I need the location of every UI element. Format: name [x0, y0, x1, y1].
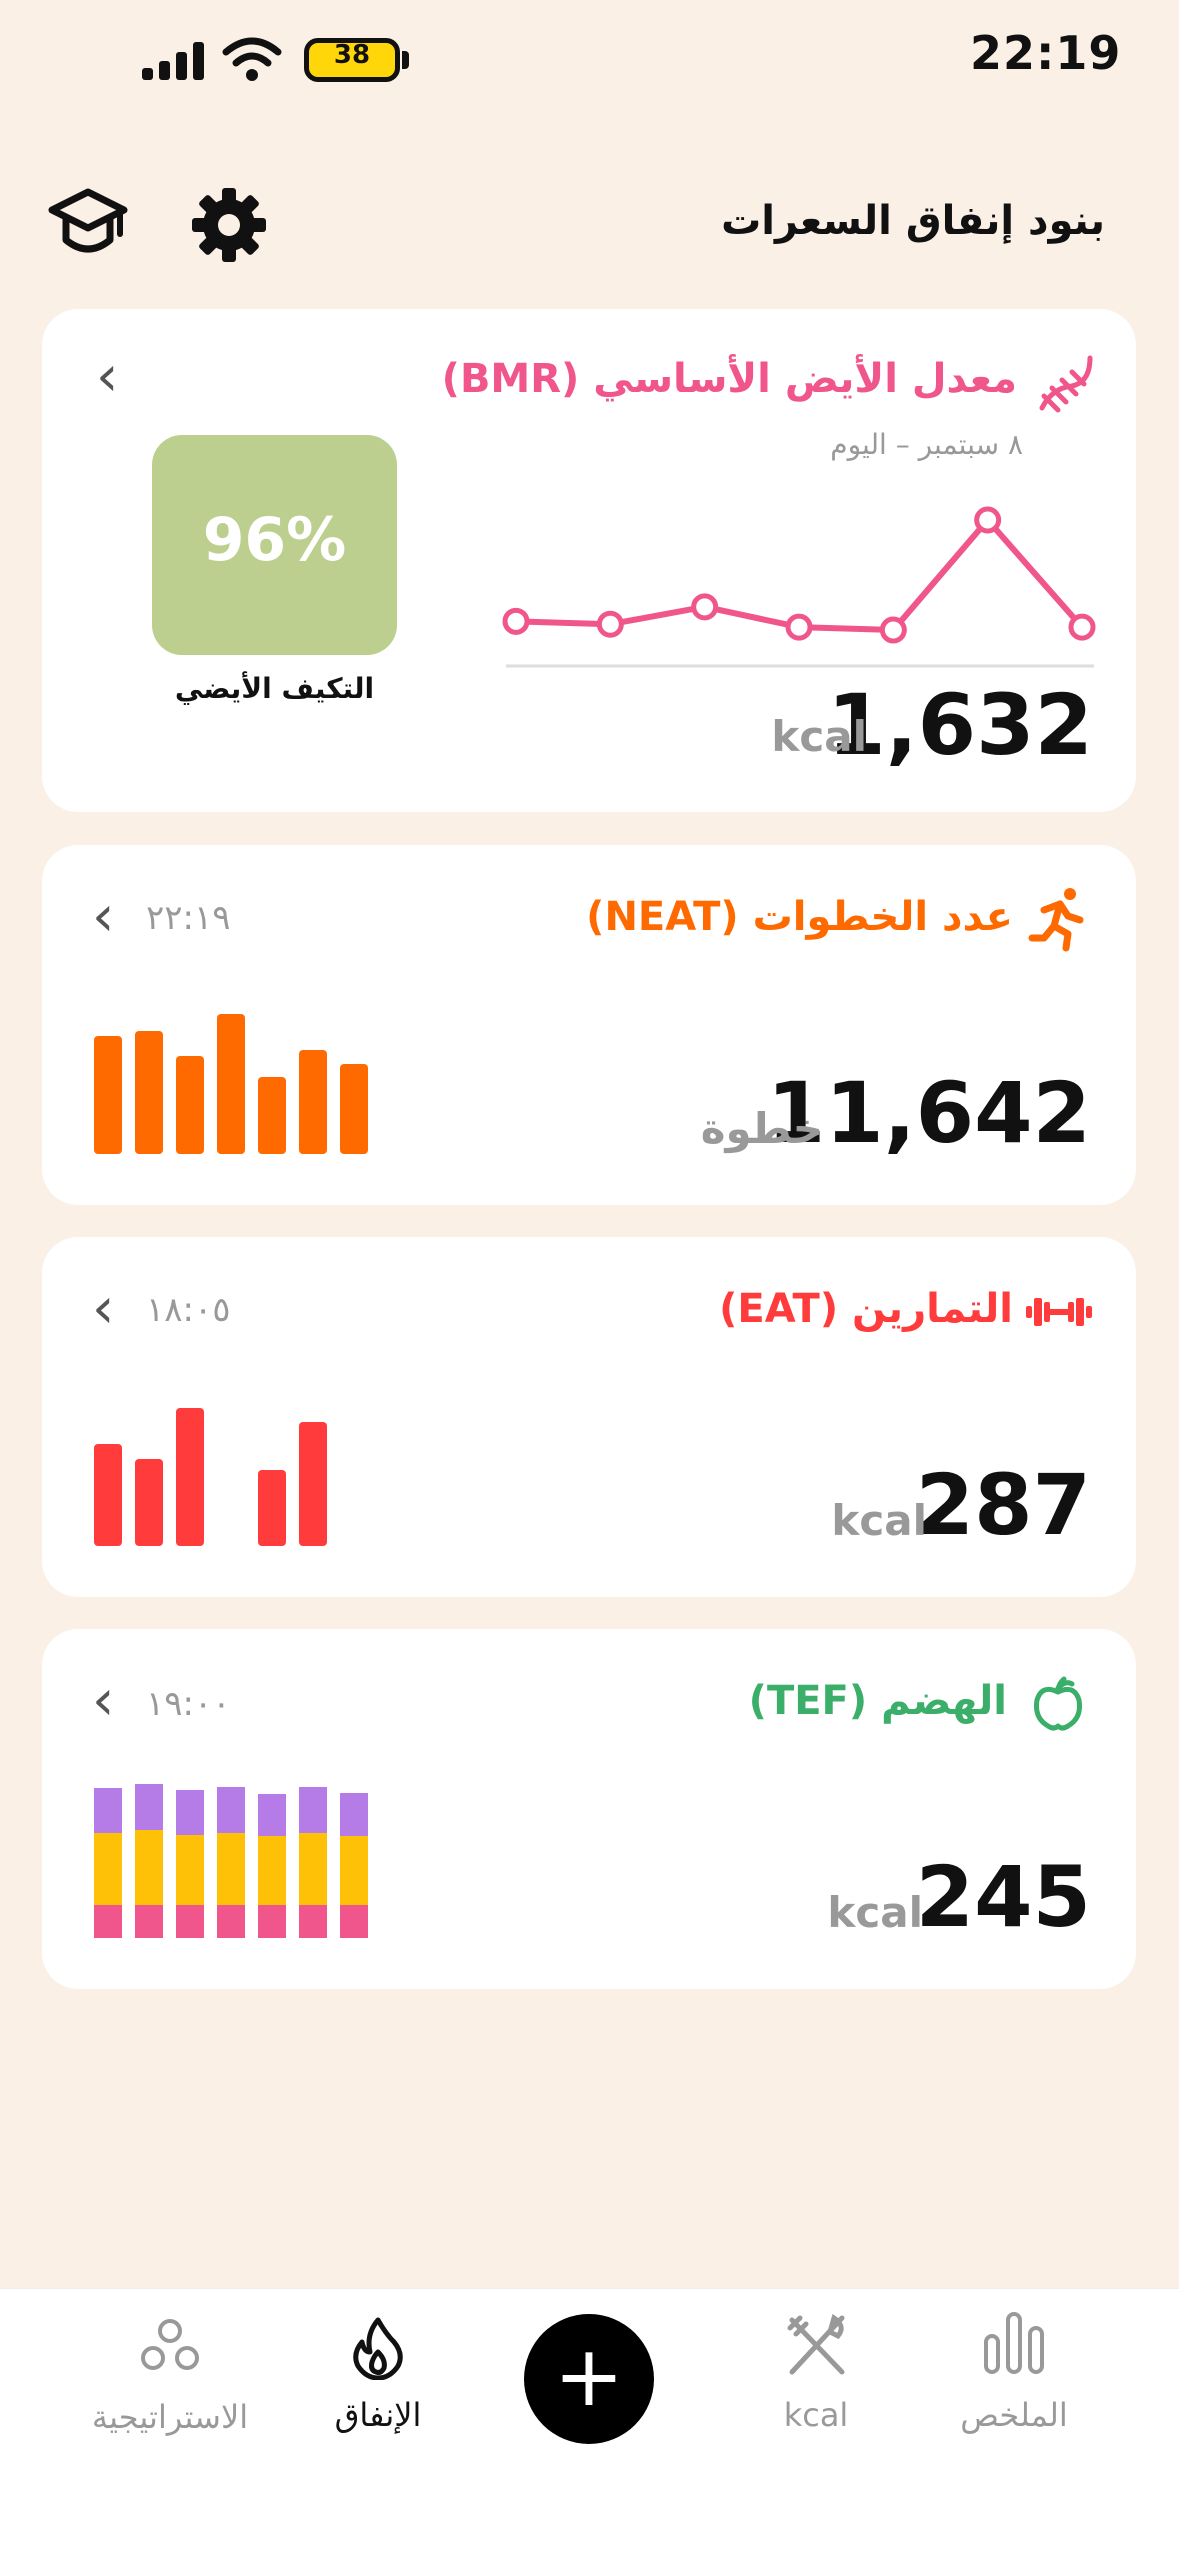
stacked-bar-segment: [217, 1905, 245, 1938]
bar: [258, 1077, 286, 1154]
bar-chart-icon[interactable]: [982, 2310, 1046, 2376]
bar: [94, 1036, 122, 1154]
neat-bar-chart: [94, 1014, 394, 1154]
neat-unit: خطوة: [700, 1104, 823, 1153]
stacked-bar-segment: [340, 1905, 368, 1938]
bmr-trend-point: [785, 613, 813, 641]
bmr-date-range: ٨ سبتمبر – اليوم: [830, 428, 1023, 461]
tef-title: الهضم (TEF): [748, 1678, 1007, 1724]
neat-time: ٢٢:١٩: [146, 898, 231, 938]
strategy-icon[interactable]: [140, 2318, 200, 2374]
stacked-bar-segment: [94, 1788, 122, 1833]
bmr-trend-point: [691, 593, 719, 621]
bar: [258, 1470, 286, 1546]
metabolic-adaptation-label: التكيف الأيضي: [174, 672, 375, 705]
stacked-bar-segment: [135, 1905, 163, 1938]
stacked-bar-segment: [135, 1783, 163, 1830]
eat-title: التمارين (EAT): [719, 1286, 1013, 1332]
bmr-trend-point: [502, 607, 530, 635]
tef-stacked-bar-chart: [94, 1783, 394, 1938]
eat-bar-chart: [94, 1408, 394, 1546]
stacked-bar-segment: [176, 1789, 204, 1835]
battery-nub: [402, 51, 409, 69]
page-title: بنود إنفاق السعرات: [721, 198, 1105, 244]
nav-kcal[interactable]: kcal: [706, 2396, 926, 2434]
running-person-icon: [1028, 888, 1084, 952]
bmr-title: معدل الأيض الأساسي (BMR): [441, 356, 1017, 402]
stacked-bar-segment: [340, 1792, 368, 1836]
nav-strategy[interactable]: الاستراتيجية: [60, 2398, 280, 2436]
stacked-bar-segment: [340, 1836, 368, 1905]
bmr-trend-chart: [502, 506, 1096, 668]
bar: [135, 1030, 163, 1154]
bmr-unit: kcal: [771, 712, 867, 761]
bmr-trend-point: [596, 610, 624, 638]
apple-icon: [1034, 1676, 1082, 1731]
eat-time: ١٨:٠٥: [146, 1290, 231, 1330]
eat-value: 287: [915, 1456, 1091, 1554]
metabolic-adaptation-value: 96%: [202, 505, 347, 575]
nav-summary[interactable]: الملخص: [904, 2396, 1124, 2434]
bar: [299, 1421, 327, 1546]
stacked-bar-segment: [217, 1786, 245, 1833]
nav-spending[interactable]: الإنفاق: [268, 2396, 488, 2434]
cellular-signal-icon: [142, 42, 206, 80]
stacked-bar-segment: [299, 1833, 327, 1905]
dna-icon: [1039, 355, 1093, 413]
stacked-bar-segment: [258, 1905, 286, 1938]
fork-knife-icon[interactable]: [786, 2314, 848, 2376]
gear-icon[interactable]: [190, 186, 268, 264]
stacked-bar-segment: [299, 1905, 327, 1938]
graduation-cap-icon[interactable]: [48, 186, 128, 262]
dumbbell-icon: [1026, 1298, 1092, 1326]
stacked-bar-segment: [135, 1830, 163, 1905]
chevron-left-icon[interactable]: ‹: [92, 1276, 114, 1341]
chevron-left-icon[interactable]: ‹: [92, 884, 114, 949]
stacked-bar-segment: [176, 1834, 204, 1905]
add-button[interactable]: +: [524, 2314, 654, 2444]
stacked-bar-segment: [258, 1794, 286, 1836]
bar: [94, 1443, 122, 1546]
bar: [217, 1014, 245, 1154]
bmr-trend-point: [974, 506, 1002, 534]
bar: [176, 1408, 204, 1546]
stacked-bar-segment: [94, 1905, 122, 1938]
wifi-icon: [222, 37, 282, 81]
tef-value: 245: [915, 1848, 1091, 1946]
eat-unit: kcal: [831, 1496, 927, 1545]
tef-time: ١٩:٠٠: [146, 1684, 231, 1724]
bar: [176, 1056, 204, 1154]
status-time: 22:19: [970, 26, 1122, 80]
stacked-bar-segment: [94, 1833, 122, 1905]
bmr-trend-point: [879, 616, 907, 644]
stacked-bar-segment: [258, 1836, 286, 1905]
bmr-value: 1,632: [827, 676, 1093, 774]
chevron-left-icon[interactable]: ‹: [96, 344, 118, 409]
bmr-trend-point: [1068, 613, 1096, 641]
bar: [340, 1064, 368, 1154]
stacked-bar-segment: [299, 1786, 327, 1833]
chevron-left-icon[interactable]: ‹: [92, 1668, 114, 1733]
bar: [135, 1459, 163, 1546]
neat-title: عدد الخطوات (NEAT): [586, 894, 1013, 940]
tef-unit: kcal: [827, 1888, 923, 1937]
stacked-bar-segment: [217, 1833, 245, 1905]
bmr-trend-line: [515, 517, 1085, 633]
flame-icon[interactable]: [350, 2316, 406, 2380]
battery-level: 38: [333, 40, 371, 70]
stacked-bar-segment: [176, 1905, 204, 1938]
bar: [299, 1050, 327, 1154]
